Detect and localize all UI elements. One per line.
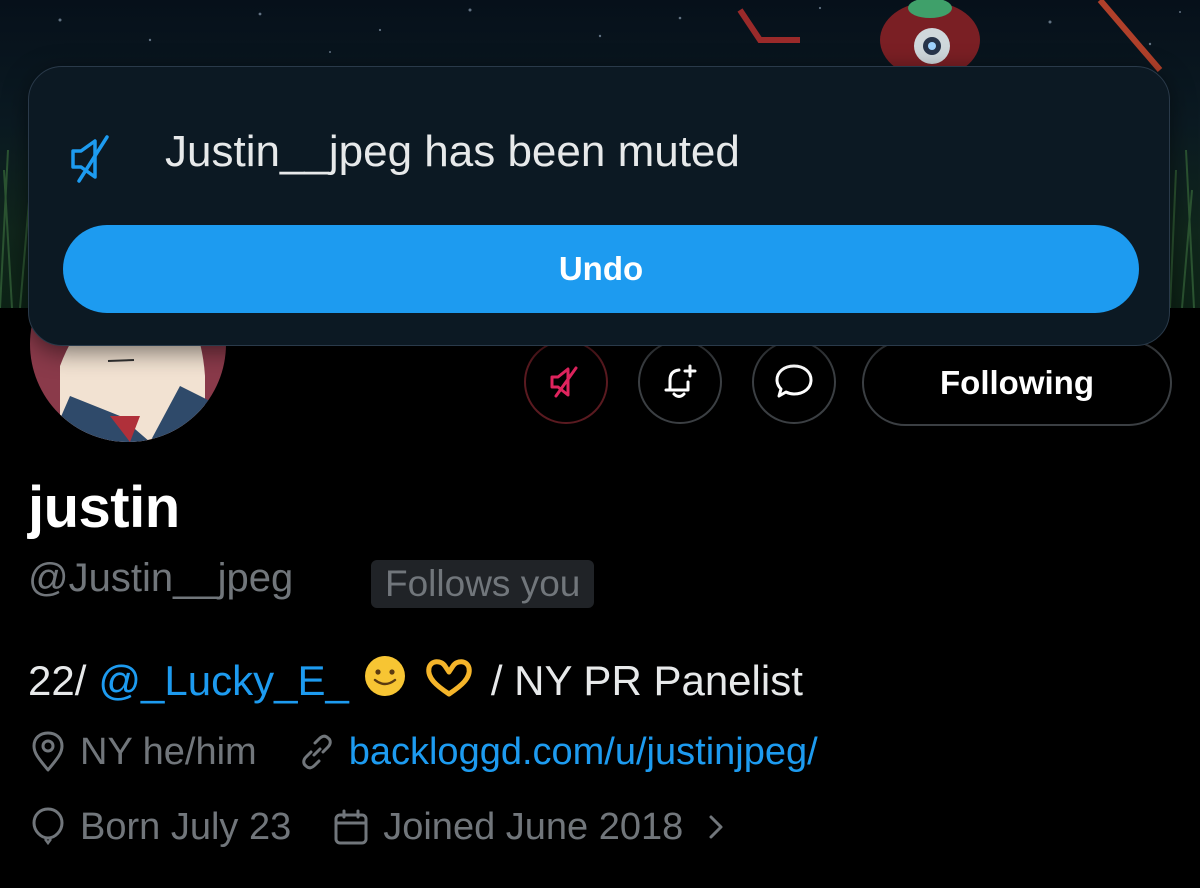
muted-toast: Justin__jpeg has been muted Undo bbox=[28, 66, 1170, 346]
undo-label: Undo bbox=[558, 250, 644, 287]
following-label: Following bbox=[940, 364, 1094, 401]
calendar-icon bbox=[334, 809, 368, 845]
chat-bubble-icon bbox=[775, 364, 813, 398]
display-name: justin bbox=[28, 475, 180, 540]
toast-message: Justin__jpeg has been muted bbox=[165, 127, 740, 176]
muted-speaker-icon bbox=[550, 366, 578, 398]
following-button[interactable]: Following bbox=[862, 340, 1172, 426]
bio-suffix: / NY PR Panelist bbox=[490, 657, 803, 704]
profile-handle: @Justin__jpeg bbox=[28, 556, 294, 600]
undo-button[interactable]: Undo bbox=[63, 225, 1139, 313]
website-link[interactable]: backloggd.com/u/justinjpeg/ bbox=[349, 731, 818, 774]
location-pin-icon bbox=[32, 731, 64, 772]
website-item[interactable]: backloggd.com/u/justinjpeg/ bbox=[297, 731, 818, 774]
message-button[interactable] bbox=[752, 340, 836, 424]
profile-bio: 22/ @_Lucky_E_ / NY PR Panelist bbox=[28, 654, 803, 708]
unmute-button[interactable] bbox=[524, 340, 608, 424]
profile-meta-row-2: Born July 23 Joined June 2018 bbox=[28, 805, 731, 849]
birthday-text: Born July 23 bbox=[80, 805, 292, 848]
profile-meta-row-1: NY he/him backloggd.com/u/justinjpeg/ bbox=[28, 730, 818, 774]
birthday-item: Born July 23 bbox=[28, 805, 291, 849]
joined-text: Joined June 2018 bbox=[383, 805, 684, 848]
location-text: NY he/him bbox=[80, 730, 257, 773]
heart-hands-emoji bbox=[421, 654, 477, 708]
notifications-button[interactable] bbox=[638, 340, 722, 424]
location-item: NY he/him bbox=[28, 730, 257, 774]
link-icon bbox=[301, 734, 332, 770]
bell-plus-icon bbox=[664, 364, 697, 398]
chevron-right-icon bbox=[709, 815, 723, 839]
muted-speaker-icon bbox=[71, 135, 109, 183]
joined-item[interactable]: Joined June 2018 bbox=[331, 806, 731, 849]
profile-page: Following justin @Justin__jpeg Follows y… bbox=[0, 0, 1200, 888]
follows-you-badge: Follows you bbox=[371, 560, 595, 608]
bio-mention-link[interactable]: @_Lucky_E_ bbox=[98, 657, 348, 705]
smiling-face-emoji bbox=[363, 654, 407, 708]
bio-prefix: 22/ bbox=[28, 657, 87, 704]
balloon-icon bbox=[32, 807, 64, 846]
